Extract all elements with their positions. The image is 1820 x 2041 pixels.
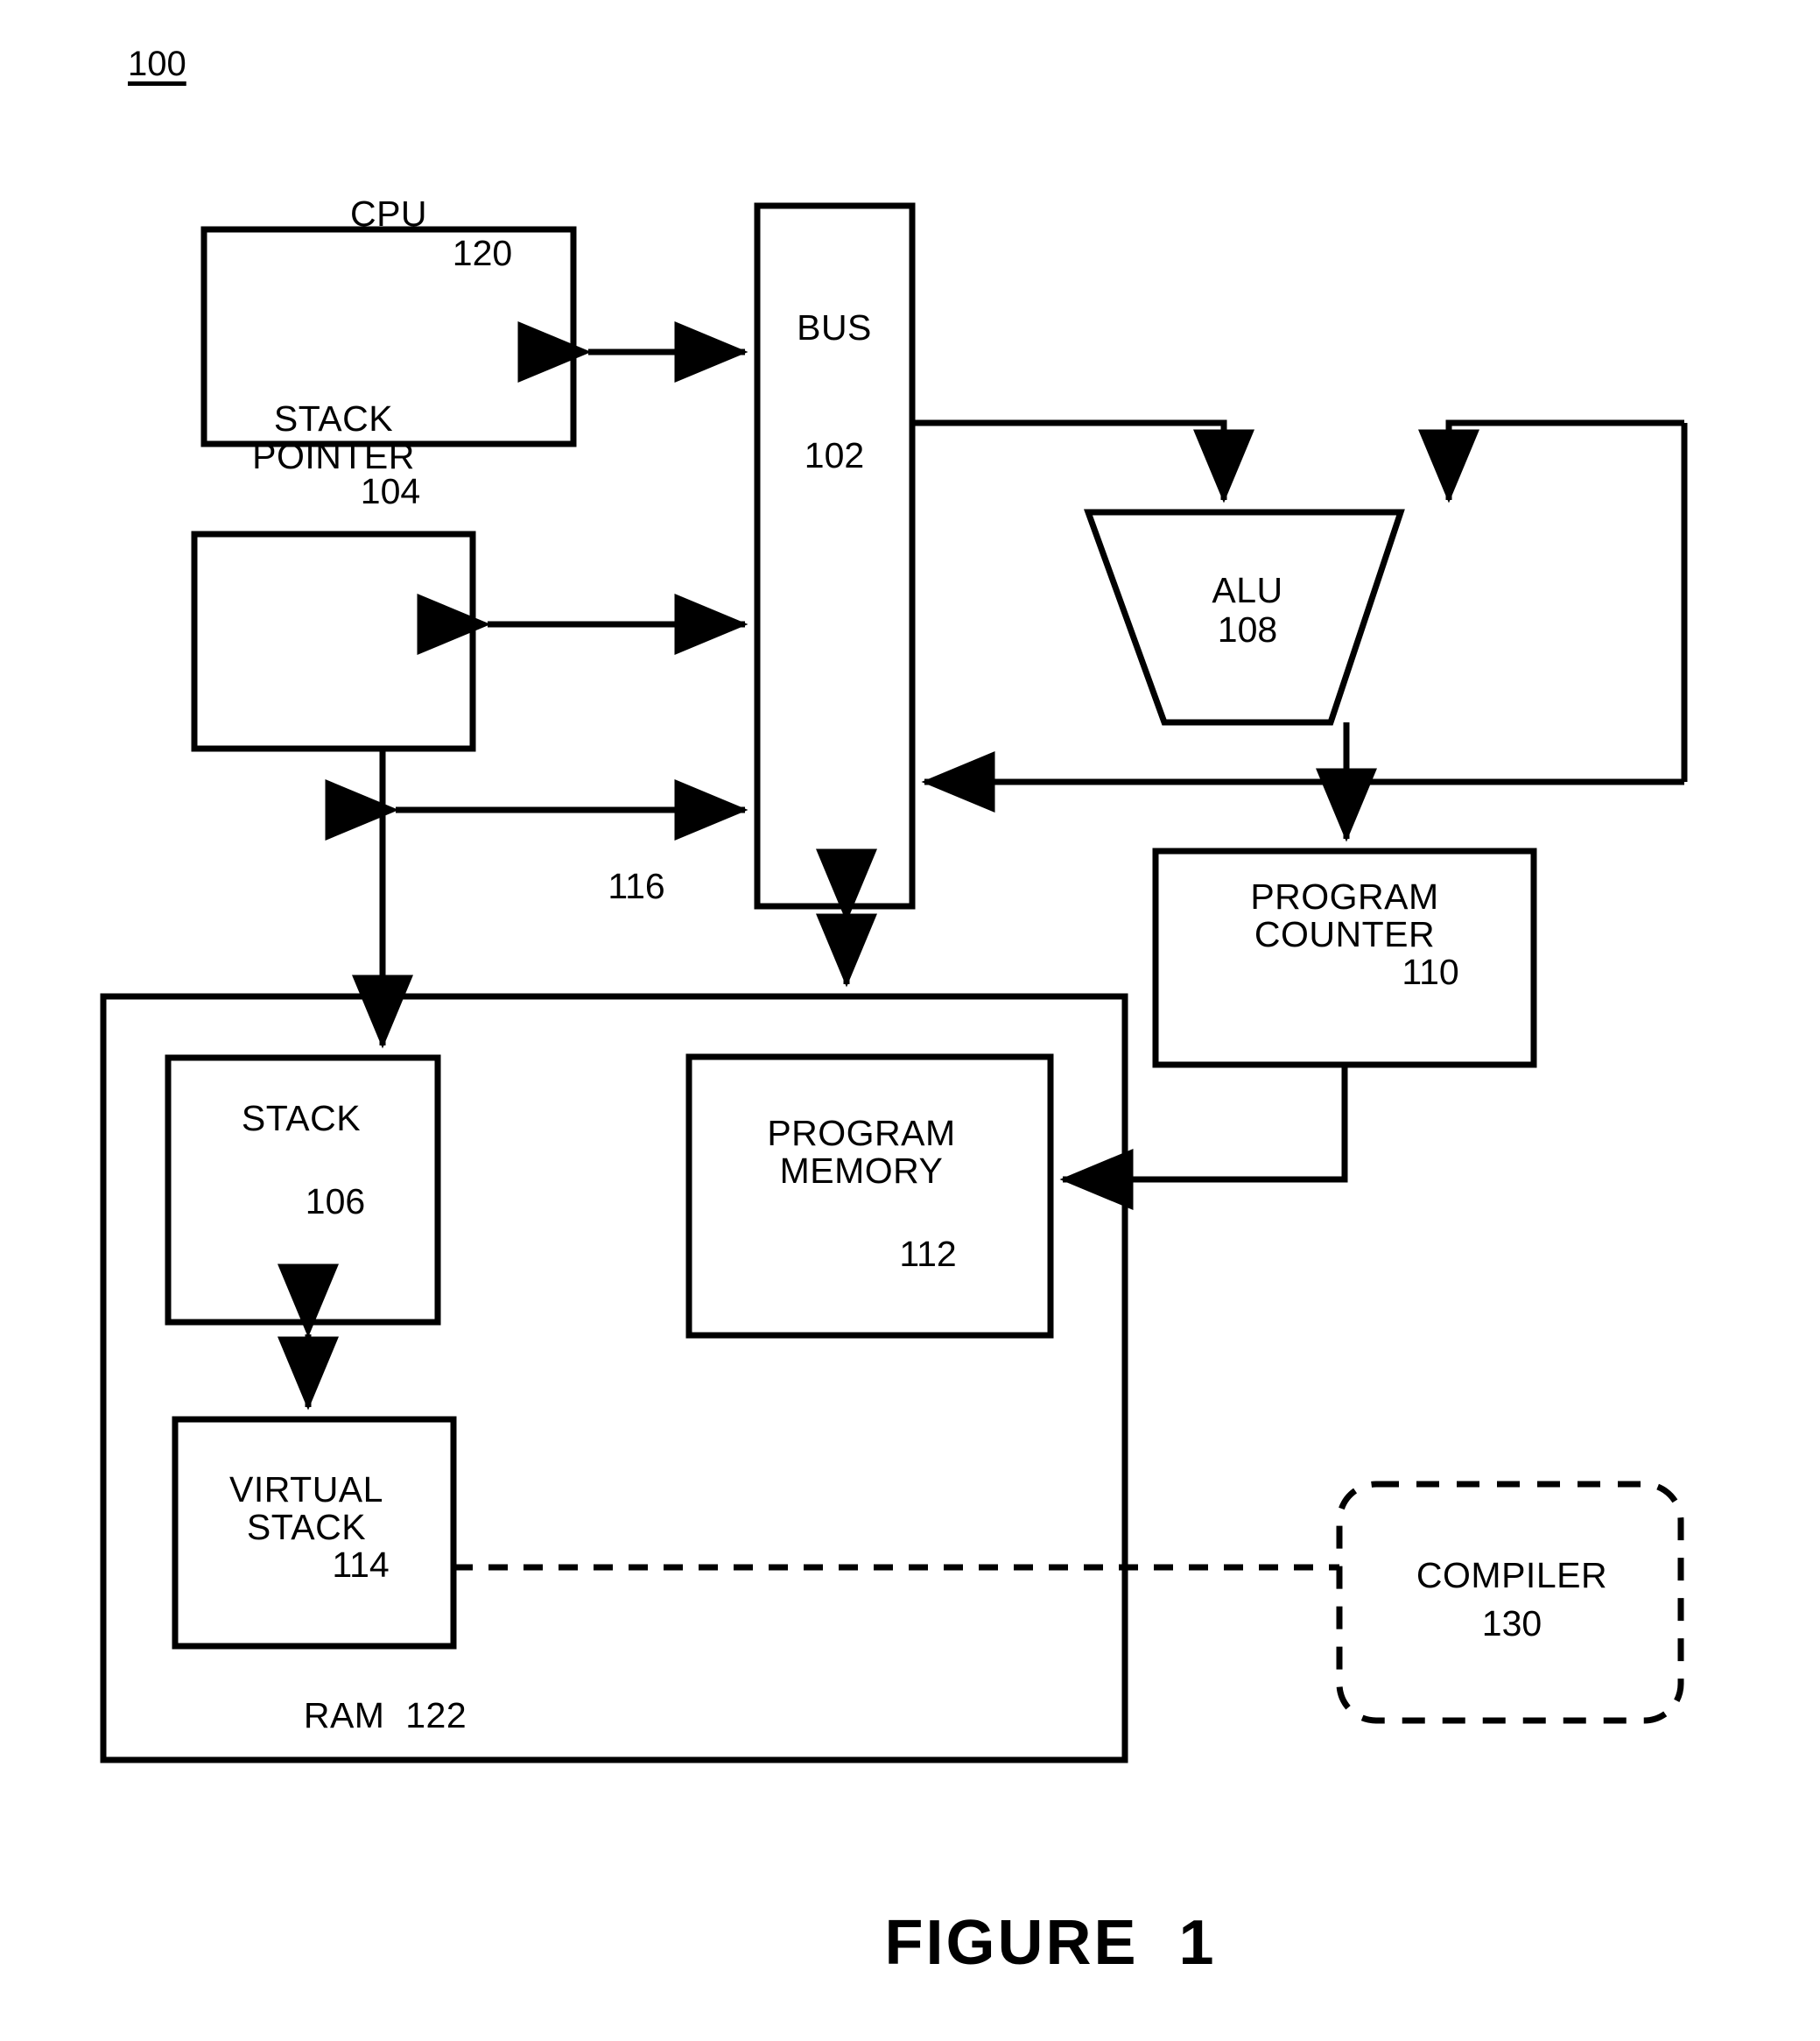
stack-label: STACK bbox=[241, 1098, 362, 1138]
cpu-label: CPU bbox=[349, 194, 428, 234]
diagram-canvas bbox=[100, 202, 1688, 1763]
program-counter-label-line1: PROGRAM bbox=[1250, 876, 1439, 917]
alu-label: ALU bbox=[1212, 570, 1283, 610]
bus-ref-number: 102 bbox=[804, 435, 865, 475]
compiler-ref-number: 130 bbox=[1481, 1603, 1542, 1643]
ram-label: RAM 122 bbox=[303, 1695, 467, 1735]
virtual-stack-label-line2: STACK bbox=[246, 1507, 367, 1547]
program-memory-ref-number: 112 bbox=[899, 1234, 957, 1274]
patent-figure-page: 100 CPU 120 STACK POINTER 104 BUS 102 11… bbox=[0, 0, 1820, 2041]
virtual-stack-ref-number: 114 bbox=[332, 1545, 390, 1585]
program-memory-box-outline bbox=[685, 1053, 1054, 1339]
compiler-label: COMPILER bbox=[1416, 1555, 1608, 1595]
stack-pointer-ref-number: 104 bbox=[360, 471, 421, 511]
figure-reference-number: 100 bbox=[128, 45, 186, 83]
connector-program-counter-program-memory bbox=[1059, 1065, 1348, 1210]
cpu-ref-number: 120 bbox=[452, 233, 513, 273]
connector-rail-alu-right bbox=[1418, 419, 1684, 503]
connector-bus-alu-left bbox=[912, 419, 1254, 503]
alu-ref-number: 108 bbox=[1217, 609, 1278, 650]
program-memory-label-line2: MEMORY bbox=[779, 1151, 944, 1191]
connector-116-label: 116 bbox=[608, 866, 665, 906]
program-counter-label-line2: COUNTER bbox=[1254, 914, 1436, 954]
bus-label: BUS bbox=[797, 307, 872, 348]
stack-pointer-box-outline bbox=[191, 531, 476, 752]
virtual-stack-label-line1: VIRTUAL bbox=[229, 1469, 383, 1510]
figure-caption: FIGURE 1 bbox=[884, 1908, 1217, 1978]
program-memory-label-line1: PROGRAM bbox=[767, 1113, 956, 1153]
program-counter-ref-number: 110 bbox=[1402, 952, 1459, 992]
stack-ref-number: 106 bbox=[305, 1181, 366, 1221]
stack-pointer-label-line1: STACK bbox=[273, 398, 394, 439]
